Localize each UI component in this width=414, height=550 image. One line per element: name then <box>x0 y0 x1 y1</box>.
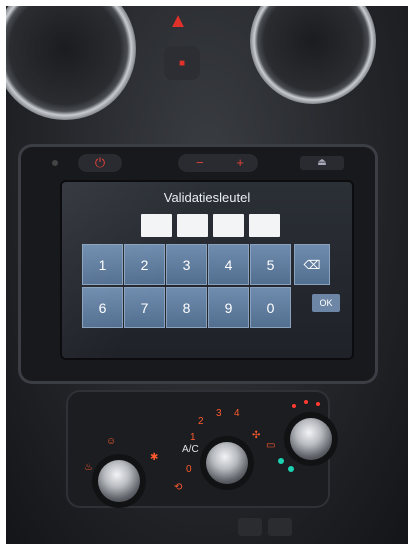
fan-level-zero: 0 <box>186 464 192 475</box>
power-button[interactable]: ⏻ <box>78 154 122 172</box>
key-5[interactable]: 5 <box>250 244 291 285</box>
code-digit-box-1 <box>141 214 172 237</box>
power-icon: ⏻ <box>94 155 106 170</box>
key-1[interactable]: 1 <box>82 244 123 285</box>
cold-indicator-dot <box>288 466 294 472</box>
cold-indicator-dot <box>278 458 284 464</box>
key-2[interactable]: 2 <box>124 244 165 285</box>
temperature-knob[interactable] <box>290 418 332 460</box>
ac-label[interactable]: A/C <box>182 444 199 455</box>
left-air-vent <box>6 6 136 120</box>
numeric-keypad: 1 2 3 4 5 6 7 8 9 0 <box>82 244 294 330</box>
volume-rocker[interactable]: − + <box>178 154 258 172</box>
key-7[interactable]: 7 <box>124 287 165 328</box>
page-title: Validatiesleutel <box>163 190 251 205</box>
lock-icon: ■ <box>178 58 186 69</box>
fan-level-2: 2 <box>198 416 204 427</box>
heat-indicator-dot <box>316 402 320 406</box>
code-digit-box-3 <box>213 214 244 237</box>
climate-control-panel: A/C 0 1 2 3 4 ☺ ♨ ✱ ✣ ▭ ⟲ <box>66 390 332 508</box>
fan-level-1: 1 <box>190 432 196 443</box>
right-air-vent <box>250 6 376 104</box>
volume-up[interactable]: + <box>236 154 244 172</box>
key-4[interactable]: 4 <box>208 244 249 285</box>
feet-vent-icon: ♨ <box>84 462 93 473</box>
key-0[interactable]: 0 <box>250 287 291 328</box>
eject-icon: ⏏ <box>317 157 327 168</box>
key-9[interactable]: 9 <box>208 287 249 328</box>
volume-down[interactable]: − <box>196 154 204 172</box>
hazard-warning-button[interactable]: ▲ <box>167 10 189 32</box>
key-8[interactable]: 8 <box>166 287 207 328</box>
head-unit: ⏻ − + ⏏ Validatiesleutel 1 2 3 4 5 6 7 8 <box>18 144 378 384</box>
hazard-triangle-icon: ▲ <box>168 10 188 32</box>
eject-button[interactable]: ⏏ <box>300 156 344 170</box>
code-digit-box-4 <box>249 214 280 237</box>
heat-indicator-dot <box>304 400 308 404</box>
face-vent-icon: ☺ <box>106 436 117 447</box>
backspace-button[interactable]: ⌫ <box>294 244 330 285</box>
key-6[interactable]: 6 <box>82 287 123 328</box>
indicator-dot <box>52 160 58 166</box>
defrost-icon: ✱ <box>150 452 159 463</box>
console-button[interactable] <box>238 518 262 536</box>
fan-icon: ✣ <box>252 430 261 441</box>
rear-defrost-icon: ▭ <box>266 440 276 451</box>
car-dashboard: ▲ ■ ⏻ − + ⏏ Validatiesleutel 1 2 3 4 5 6… <box>6 6 408 544</box>
fan-level-3: 3 <box>216 408 222 419</box>
ok-button[interactable]: OK <box>312 294 340 312</box>
code-digit-box-2 <box>177 214 208 237</box>
heat-indicator-dot <box>292 404 296 408</box>
fan-speed-knob[interactable] <box>206 442 248 484</box>
air-distribution-knob[interactable] <box>98 460 140 502</box>
touchscreen: Validatiesleutel 1 2 3 4 5 6 7 8 9 0 ⌫ O… <box>62 182 352 358</box>
recirculation-icon: ⟲ <box>174 482 183 493</box>
fan-level-4: 4 <box>234 408 240 419</box>
key-3[interactable]: 3 <box>166 244 207 285</box>
console-button[interactable] <box>268 518 292 536</box>
backspace-icon: ⌫ <box>303 258 321 272</box>
